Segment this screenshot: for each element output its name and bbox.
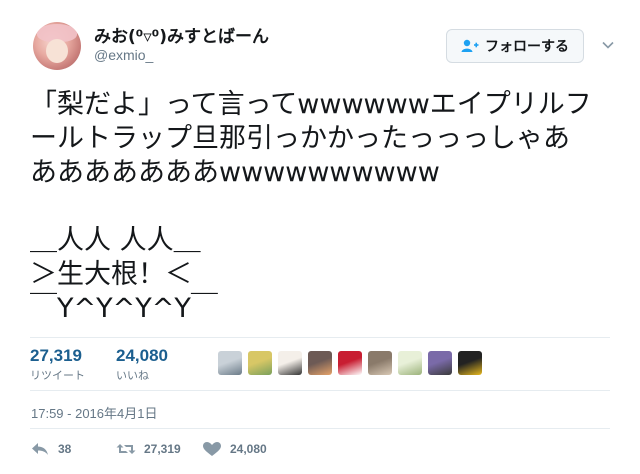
reply-icon	[32, 443, 48, 455]
anime-avatar-2[interactable]	[398, 351, 422, 375]
follow-button[interactable]: フォローする	[446, 29, 584, 63]
retweet-label: リツイート	[30, 369, 85, 382]
robot-avatar[interactable]	[428, 351, 452, 375]
like-count: 24,080	[116, 346, 168, 365]
photo-avatar[interactable]	[368, 351, 392, 375]
divider-middle	[30, 390, 610, 391]
game-avatar[interactable]	[458, 351, 482, 375]
user-avatar[interactable]	[33, 22, 81, 70]
person-avatar[interactable]	[278, 351, 302, 375]
likers-list	[218, 351, 482, 375]
like-label: いいね	[116, 369, 149, 382]
red-icon-avatar[interactable]	[338, 351, 362, 375]
heart-icon	[203, 442, 221, 456]
display-name[interactable]: みお(⁰▿⁰)みすとばーん	[94, 22, 269, 47]
divider-top	[30, 337, 610, 338]
follow-button-label: フォローする	[485, 39, 569, 55]
reply-button[interactable]: 38	[30, 441, 71, 457]
add-user-icon	[461, 39, 479, 52]
retweet-action-count: 27,319	[144, 442, 181, 456]
retweet-stat[interactable]: 27,319 リツイート	[30, 346, 85, 383]
like-button[interactable]: 24,080	[202, 441, 267, 457]
like-stat[interactable]: 24,080 いいね	[116, 346, 168, 383]
tweet-text: 「梨だよ」って言ってwwwwwwエイプリルフ ールトラップ旦那引っかかったっっっ…	[30, 89, 592, 324]
retweet-button[interactable]: 27,319	[116, 441, 181, 457]
anime-avatar-1[interactable]	[248, 351, 272, 375]
tweet-timestamp[interactable]: 17:59 - 2016年4月1日	[31, 403, 157, 422]
chevron-down-icon[interactable]	[601, 38, 615, 52]
divider-bottom	[30, 428, 610, 429]
retweet-count: 27,319	[30, 346, 82, 365]
reply-count: 38	[58, 442, 72, 456]
avatar-face	[46, 39, 68, 63]
like-action-count: 24,080	[230, 442, 267, 456]
retweet-icon	[116, 444, 136, 454]
sunset-avatar[interactable]	[308, 351, 332, 375]
default-avatar[interactable]	[218, 351, 242, 375]
user-handle[interactable]: @exmio_	[94, 47, 153, 63]
